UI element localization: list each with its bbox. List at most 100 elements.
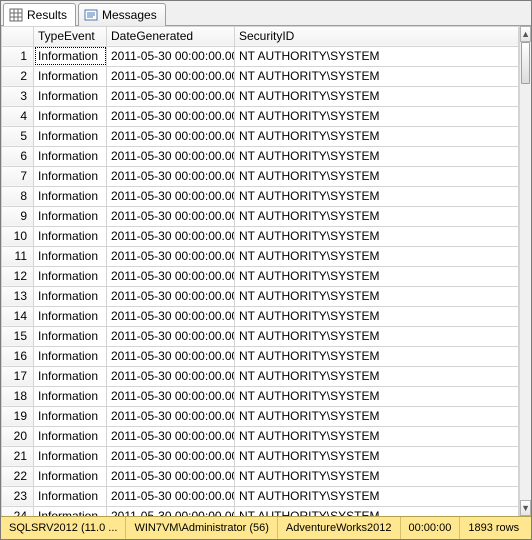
cell-securityid[interactable]: NT AUTHORITY\SYSTEM: [235, 126, 519, 146]
cell-dategenerated[interactable]: 2011-05-30 00:00:00.000: [107, 246, 235, 266]
table-row[interactable]: 5Information2011-05-30 00:00:00.000NT AU…: [2, 126, 519, 146]
row-number[interactable]: 19: [2, 406, 34, 426]
cell-dategenerated[interactable]: 2011-05-30 00:00:00.000: [107, 466, 235, 486]
cell-securityid[interactable]: NT AUTHORITY\SYSTEM: [235, 446, 519, 466]
table-row[interactable]: 2Information2011-05-30 00:00:00.000NT AU…: [2, 66, 519, 86]
scroll-down-button[interactable]: ▼: [520, 500, 531, 516]
row-number[interactable]: 11: [2, 246, 34, 266]
cell-dategenerated[interactable]: 2011-05-30 00:00:00.000: [107, 66, 235, 86]
results-grid[interactable]: TypeEvent DateGenerated SecurityID 1Info…: [1, 26, 519, 517]
table-row[interactable]: 16Information2011-05-30 00:00:00.000NT A…: [2, 346, 519, 366]
row-number[interactable]: 7: [2, 166, 34, 186]
cell-typeevent[interactable]: Information: [34, 466, 107, 486]
table-row[interactable]: 14Information2011-05-30 00:00:00.000NT A…: [2, 306, 519, 326]
cell-securityid[interactable]: NT AUTHORITY\SYSTEM: [235, 426, 519, 446]
cell-typeevent[interactable]: Information: [34, 46, 107, 66]
cell-dategenerated[interactable]: 2011-05-30 00:00:00.000: [107, 46, 235, 66]
row-header-blank[interactable]: [2, 26, 34, 46]
cell-typeevent[interactable]: Information: [34, 446, 107, 466]
cell-typeevent[interactable]: Information: [34, 506, 107, 516]
cell-typeevent[interactable]: Information: [34, 346, 107, 366]
cell-typeevent[interactable]: Information: [34, 106, 107, 126]
tab-results[interactable]: Results: [3, 3, 76, 26]
row-number[interactable]: 21: [2, 446, 34, 466]
table-row[interactable]: 21Information2011-05-30 00:00:00.000NT A…: [2, 446, 519, 466]
row-number[interactable]: 6: [2, 146, 34, 166]
cell-dategenerated[interactable]: 2011-05-30 00:00:00.000: [107, 166, 235, 186]
cell-typeevent[interactable]: Information: [34, 406, 107, 426]
tab-messages[interactable]: Messages: [78, 3, 166, 26]
table-row[interactable]: 7Information2011-05-30 00:00:00.000NT AU…: [2, 166, 519, 186]
row-number[interactable]: 5: [2, 126, 34, 146]
row-number[interactable]: 2: [2, 66, 34, 86]
cell-securityid[interactable]: NT AUTHORITY\SYSTEM: [235, 506, 519, 516]
cell-securityid[interactable]: NT AUTHORITY\SYSTEM: [235, 366, 519, 386]
cell-dategenerated[interactable]: 2011-05-30 00:00:00.000: [107, 446, 235, 466]
cell-typeevent[interactable]: Information: [34, 266, 107, 286]
cell-dategenerated[interactable]: 2011-05-30 00:00:00.000: [107, 146, 235, 166]
row-number[interactable]: 15: [2, 326, 34, 346]
table-row[interactable]: 24Information2011-05-30 00:00:00.000NT A…: [2, 506, 519, 516]
table-row[interactable]: 13Information2011-05-30 00:00:00.000NT A…: [2, 286, 519, 306]
cell-typeevent[interactable]: Information: [34, 426, 107, 446]
cell-securityid[interactable]: NT AUTHORITY\SYSTEM: [235, 206, 519, 226]
cell-dategenerated[interactable]: 2011-05-30 00:00:00.000: [107, 326, 235, 346]
cell-typeevent[interactable]: Information: [34, 326, 107, 346]
row-number[interactable]: 12: [2, 266, 34, 286]
table-row[interactable]: 3Information2011-05-30 00:00:00.000NT AU…: [2, 86, 519, 106]
table-row[interactable]: 18Information2011-05-30 00:00:00.000NT A…: [2, 386, 519, 406]
cell-dategenerated[interactable]: 2011-05-30 00:00:00.000: [107, 126, 235, 146]
row-number[interactable]: 16: [2, 346, 34, 366]
table-row[interactable]: 20Information2011-05-30 00:00:00.000NT A…: [2, 426, 519, 446]
cell-dategenerated[interactable]: 2011-05-30 00:00:00.000: [107, 86, 235, 106]
cell-dategenerated[interactable]: 2011-05-30 00:00:00.000: [107, 426, 235, 446]
row-number[interactable]: 1: [2, 46, 34, 66]
cell-dategenerated[interactable]: 2011-05-30 00:00:00.000: [107, 486, 235, 506]
cell-dategenerated[interactable]: 2011-05-30 00:00:00.000: [107, 386, 235, 406]
row-number[interactable]: 4: [2, 106, 34, 126]
cell-typeevent[interactable]: Information: [34, 386, 107, 406]
cell-typeevent[interactable]: Information: [34, 366, 107, 386]
vertical-scrollbar[interactable]: ▲ ▼: [519, 26, 531, 517]
row-number[interactable]: 3: [2, 86, 34, 106]
scroll-thumb[interactable]: [521, 42, 530, 84]
cell-typeevent[interactable]: Information: [34, 86, 107, 106]
cell-securityid[interactable]: NT AUTHORITY\SYSTEM: [235, 86, 519, 106]
row-number[interactable]: 18: [2, 386, 34, 406]
cell-securityid[interactable]: NT AUTHORITY\SYSTEM: [235, 386, 519, 406]
cell-dategenerated[interactable]: 2011-05-30 00:00:00.000: [107, 346, 235, 366]
cell-securityid[interactable]: NT AUTHORITY\SYSTEM: [235, 346, 519, 366]
scroll-up-button[interactable]: ▲: [520, 26, 531, 42]
cell-typeevent[interactable]: Information: [34, 486, 107, 506]
cell-securityid[interactable]: NT AUTHORITY\SYSTEM: [235, 46, 519, 66]
cell-securityid[interactable]: NT AUTHORITY\SYSTEM: [235, 466, 519, 486]
column-header-typeevent[interactable]: TypeEvent: [34, 26, 107, 46]
cell-typeevent[interactable]: Information: [34, 66, 107, 86]
cell-typeevent[interactable]: Information: [34, 226, 107, 246]
table-row[interactable]: 19Information2011-05-30 00:00:00.000NT A…: [2, 406, 519, 426]
cell-securityid[interactable]: NT AUTHORITY\SYSTEM: [235, 266, 519, 286]
cell-securityid[interactable]: NT AUTHORITY\SYSTEM: [235, 306, 519, 326]
row-number[interactable]: 23: [2, 486, 34, 506]
cell-securityid[interactable]: NT AUTHORITY\SYSTEM: [235, 146, 519, 166]
cell-securityid[interactable]: NT AUTHORITY\SYSTEM: [235, 226, 519, 246]
table-row[interactable]: 4Information2011-05-30 00:00:00.000NT AU…: [2, 106, 519, 126]
cell-securityid[interactable]: NT AUTHORITY\SYSTEM: [235, 66, 519, 86]
row-number[interactable]: 10: [2, 226, 34, 246]
row-number[interactable]: 22: [2, 466, 34, 486]
row-number[interactable]: 13: [2, 286, 34, 306]
cell-dategenerated[interactable]: 2011-05-30 00:00:00.000: [107, 366, 235, 386]
cell-dategenerated[interactable]: 2011-05-30 00:00:00.000: [107, 266, 235, 286]
cell-typeevent[interactable]: Information: [34, 186, 107, 206]
row-number[interactable]: 8: [2, 186, 34, 206]
row-number[interactable]: 9: [2, 206, 34, 226]
column-header-securityid[interactable]: SecurityID: [235, 26, 519, 46]
cell-dategenerated[interactable]: 2011-05-30 00:00:00.000: [107, 106, 235, 126]
cell-dategenerated[interactable]: 2011-05-30 00:00:00.000: [107, 186, 235, 206]
row-number[interactable]: 17: [2, 366, 34, 386]
cell-typeevent[interactable]: Information: [34, 246, 107, 266]
table-row[interactable]: 6Information2011-05-30 00:00:00.000NT AU…: [2, 146, 519, 166]
cell-securityid[interactable]: NT AUTHORITY\SYSTEM: [235, 186, 519, 206]
cell-securityid[interactable]: NT AUTHORITY\SYSTEM: [235, 106, 519, 126]
cell-securityid[interactable]: NT AUTHORITY\SYSTEM: [235, 246, 519, 266]
